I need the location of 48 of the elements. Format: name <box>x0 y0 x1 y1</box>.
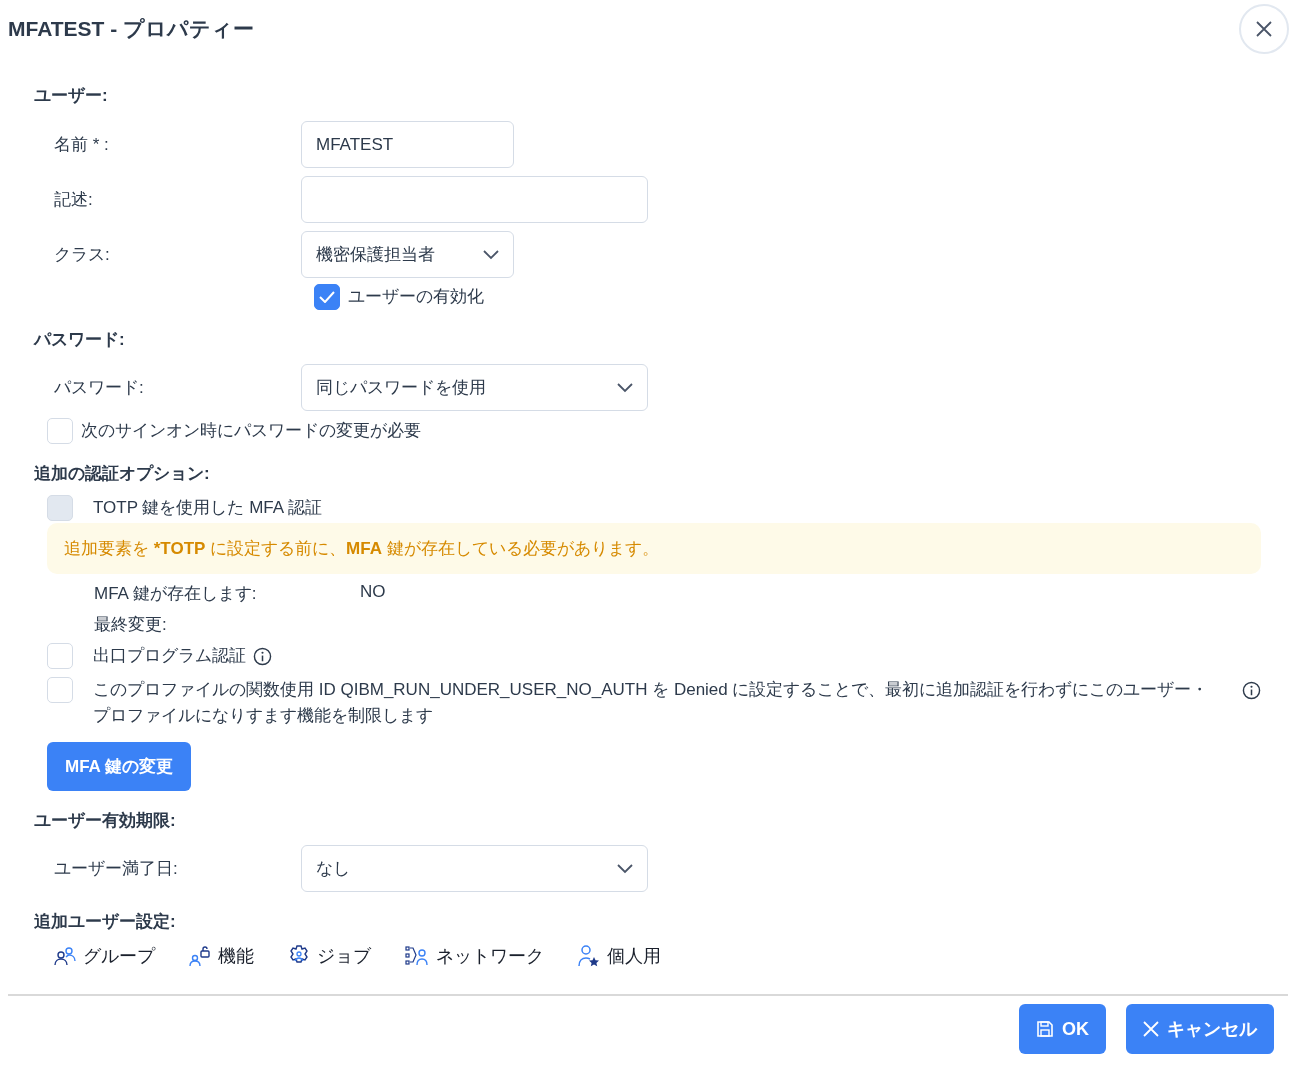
settings-link[interactable]: ジョブ <box>288 944 371 968</box>
section-heading: 追加の認証オプション: <box>34 463 211 485</box>
password-dropdown[interactable]: 同じパスワードを使用 <box>301 364 648 411</box>
close-icon <box>1255 20 1273 38</box>
info-icon[interactable] <box>1242 681 1261 700</box>
person-lock-icon <box>189 945 211 967</box>
section-heading: ユーザー: <box>34 85 109 107</box>
check-icon <box>319 291 335 303</box>
name-field[interactable]: MFATEST <box>301 121 514 168</box>
checkbox-label: 次のサインオン時にパスワードの変更が必要 <box>81 420 421 442</box>
section-heading: パスワード: <box>34 329 126 351</box>
close-icon <box>1143 1021 1159 1037</box>
network-person-icon <box>405 946 429 966</box>
section-heading: ユーザー有効期限: <box>34 810 177 832</box>
field-label: パスワード: <box>53 377 145 399</box>
chevron-down-icon <box>617 382 633 393</box>
description-field[interactable] <box>301 176 648 223</box>
settings-link[interactable]: ネットワーク <box>405 944 544 968</box>
cancel-button[interactable]: キャンセル <box>1126 1004 1274 1054</box>
close-button[interactable] <box>1239 4 1289 54</box>
save-icon <box>1036 1020 1054 1038</box>
warning-message: 追加要素を *TOTP に設定する前に、MFA 鍵が存在している必要があります。 <box>47 523 1261 574</box>
expiry-dropdown[interactable]: なし <box>301 845 648 892</box>
ok-button[interactable]: OK <box>1019 1004 1106 1054</box>
settings-link[interactable]: 個人用 <box>578 944 661 968</box>
chevron-down-icon <box>617 863 633 874</box>
info-icon[interactable] <box>253 646 272 666</box>
dialog-title: MFATEST - プロパティー <box>8 16 255 42</box>
checkbox-label: ユーザーの有効化 <box>348 286 484 308</box>
field-label: ユーザー満了日: <box>53 858 179 880</box>
change-mfa-key-button[interactable]: MFA 鍵の変更 <box>47 742 191 791</box>
section-heading: 追加ユーザー設定: <box>34 911 177 933</box>
info-value: NO <box>360 582 386 603</box>
checkbox-label: このプロファイルの関数使用 ID QIBM_RUN_UNDER_USER_NO_AUTH を Denied に設定することで、最初に追加認証を行わずにこのユーザー・プロファイルになりすます機能を制限します <box>93 679 1210 727</box>
checkbox[interactable] <box>314 284 340 310</box>
info-label: MFA 鍵が存在します: <box>94 583 258 605</box>
settings-link[interactable]: 機能 <box>189 944 254 968</box>
checkbox-label: 出口プログラム認証 <box>93 645 246 667</box>
people-icon <box>54 946 76 966</box>
field-label: クラス: <box>53 244 111 266</box>
checkbox-label: TOTP 鍵を使用した MFA 認証 <box>93 497 322 519</box>
class-dropdown[interactable]: 機密保護担当者 <box>301 231 514 278</box>
person-star-icon <box>578 945 600 967</box>
field-label: 名前 * : <box>53 134 110 156</box>
field-label: 記述: <box>53 189 94 211</box>
chevron-down-icon <box>483 249 499 260</box>
settings-link[interactable]: グループ <box>54 944 155 968</box>
info-label: 最終変更: <box>94 614 168 636</box>
